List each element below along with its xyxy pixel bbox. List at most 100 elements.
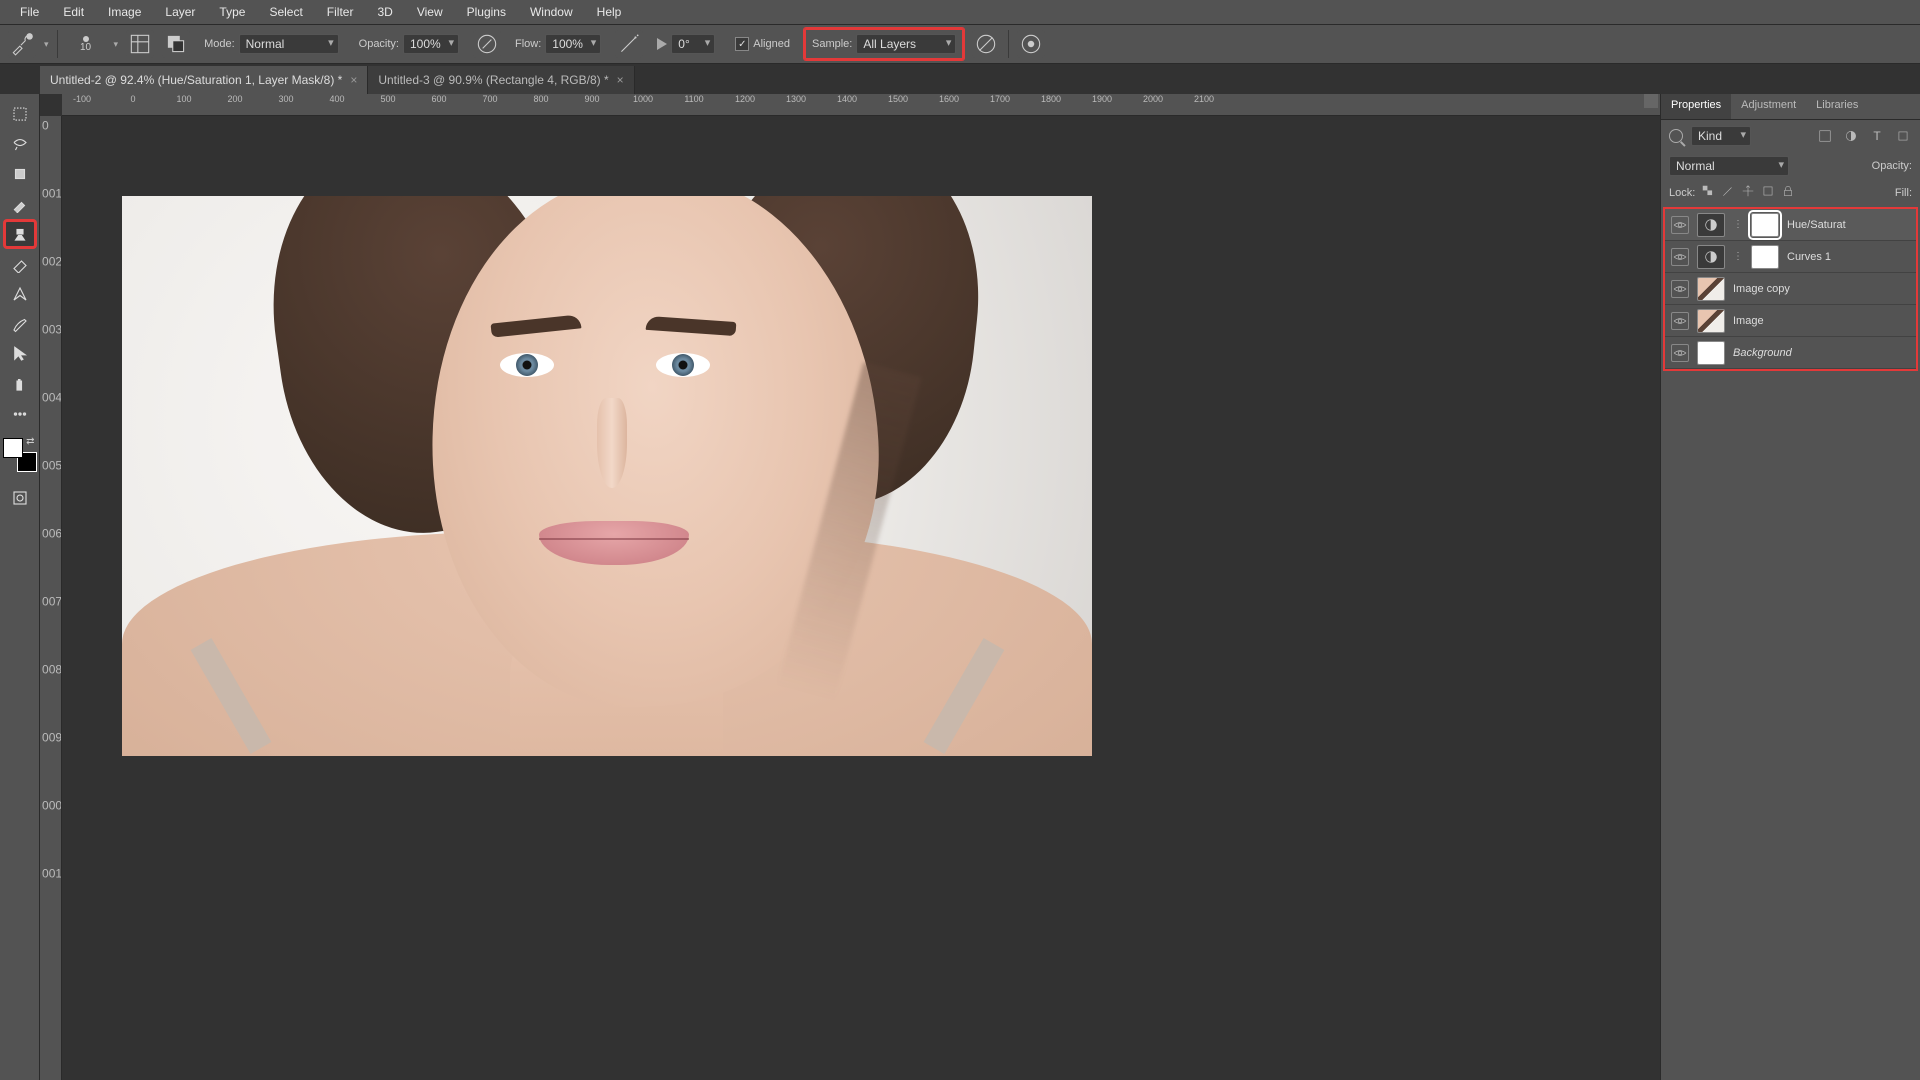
layer-mask-thumb[interactable] <box>1751 245 1779 269</box>
eyedropper-tool[interactable] <box>4 190 36 218</box>
menu-filter[interactable]: Filter <box>315 1 366 23</box>
lock-position-icon[interactable] <box>1741 184 1755 201</box>
eraser-tool[interactable] <box>4 250 36 278</box>
move-tool[interactable] <box>4 100 36 128</box>
filter-adjust-icon[interactable] <box>1842 127 1860 145</box>
layer-row[interactable]: ⋮ Curves 1 <box>1665 241 1916 273</box>
right-panels: Properties Adjustment Libraries Kind T N… <box>1660 94 1920 1080</box>
lock-row: Lock: Fill: <box>1661 180 1920 205</box>
layer-name[interactable]: Background <box>1733 347 1792 359</box>
ruler-vertical[interactable]: 010020030040050060070080090010001100 <box>40 116 62 1080</box>
visibility-toggle[interactable] <box>1671 312 1689 330</box>
foreground-color[interactable] <box>3 438 23 458</box>
layer-name[interactable]: Image copy <box>1733 283 1790 295</box>
pressure-size-icon[interactable] <box>1017 30 1045 58</box>
layer-thumb[interactable] <box>1697 277 1725 301</box>
clone-source-panel-icon[interactable] <box>162 30 190 58</box>
active-tool-icon[interactable] <box>8 30 36 58</box>
panel-tabs: Properties Adjustment Libraries <box>1661 94 1920 120</box>
toggle-brush-panel-icon[interactable] <box>126 30 154 58</box>
hand-tool[interactable] <box>4 370 36 398</box>
foreground-background-colors[interactable]: ⇄ <box>3 438 37 472</box>
blend-mode-select[interactable]: Normal <box>1669 156 1789 176</box>
adjustment-thumb[interactable] <box>1697 245 1725 269</box>
ruler-horizontal[interactable]: -100010020030040050060070080090010001100… <box>62 94 1660 116</box>
ignore-adjustment-icon[interactable] <box>972 30 1000 58</box>
flow-group: Flow: 100% <box>509 34 607 54</box>
tab-properties[interactable]: Properties <box>1661 94 1731 119</box>
brush-tool[interactable] <box>4 310 36 338</box>
lock-pixels-icon[interactable] <box>1721 184 1735 201</box>
tab-libraries[interactable]: Libraries <box>1806 94 1868 119</box>
visibility-toggle[interactable] <box>1671 248 1689 266</box>
menu-window[interactable]: Window <box>518 1 585 23</box>
toolbox: ⇄ <box>0 94 40 1080</box>
sample-select[interactable]: All Layers <box>856 34 956 54</box>
brush-preset-picker[interactable]: 10 <box>66 36 106 53</box>
visibility-toggle[interactable] <box>1671 216 1689 234</box>
mode-select[interactable]: Normal <box>239 34 339 54</box>
document-tab-1[interactable]: Untitled-3 @ 90.9% (Rectangle 4, RGB/8) … <box>368 66 634 94</box>
menu-edit[interactable]: Edit <box>51 1 96 23</box>
lock-artboard-icon[interactable] <box>1761 184 1775 201</box>
pressure-opacity-icon[interactable] <box>473 30 501 58</box>
layer-name[interactable]: Hue/Saturat <box>1787 219 1846 231</box>
filter-shape-icon[interactable] <box>1894 127 1912 145</box>
menu-image[interactable]: Image <box>96 1 153 23</box>
clone-stamp-tool[interactable] <box>4 220 36 248</box>
adjustment-thumb[interactable] <box>1697 213 1725 237</box>
close-icon[interactable]: × <box>350 73 357 87</box>
filter-type-icon[interactable]: T <box>1868 127 1886 145</box>
path-select-tool[interactable] <box>4 340 36 368</box>
filter-pixel-icon[interactable] <box>1816 127 1834 145</box>
lock-transparent-icon[interactable] <box>1701 184 1715 201</box>
menu-layer[interactable]: Layer <box>153 1 207 23</box>
document-canvas[interactable] <box>122 196 1092 756</box>
document-tabs: Untitled-2 @ 92.4% (Hue/Saturation 1, La… <box>0 64 1920 94</box>
blend-row: Normal Opacity: <box>1661 152 1920 180</box>
angle-input[interactable]: 0° <box>671 34 715 54</box>
layer-mask-thumb[interactable] <box>1751 213 1779 237</box>
aligned-checkbox[interactable]: ✓ <box>735 37 749 51</box>
layer-thumb[interactable] <box>1697 309 1725 333</box>
layer-name[interactable]: Image <box>1733 315 1764 327</box>
pen-tool[interactable] <box>4 280 36 308</box>
layer-thumb[interactable] <box>1697 341 1725 365</box>
menu-view[interactable]: View <box>405 1 455 23</box>
mode-group: Mode: Normal <box>198 34 345 54</box>
layer-name[interactable]: Curves 1 <box>1787 251 1831 263</box>
filter-kind-select[interactable]: Kind <box>1691 126 1751 146</box>
lock-all-icon[interactable] <box>1781 184 1795 201</box>
layer-row[interactable]: Image <box>1665 305 1916 337</box>
menu-help[interactable]: Help <box>585 1 634 23</box>
opacity-input[interactable]: 100% <box>403 34 459 54</box>
swap-colors-icon[interactable]: ⇄ <box>26 436 34 447</box>
layer-row[interactable]: Image copy <box>1665 273 1916 305</box>
menu-select[interactable]: Select <box>257 1 314 23</box>
scroll-up-button[interactable] <box>1644 94 1658 108</box>
tab-adjustment[interactable]: Adjustment <box>1731 94 1806 119</box>
menu-bar: FileEditImageLayerTypeSelectFilter3DView… <box>0 0 1920 24</box>
layer-row[interactable]: Background <box>1665 337 1916 369</box>
crop-tool[interactable] <box>4 160 36 188</box>
layers-panel: ⋮ Hue/Saturat ⋮ Curves 1 Image copy Image Back… <box>1663 207 1918 371</box>
layer-row[interactable]: ⋮ Hue/Saturat <box>1665 209 1916 241</box>
angle-group: 0° <box>651 34 721 54</box>
link-icon[interactable]: ⋮ <box>1733 251 1743 262</box>
menu-plugins[interactable]: Plugins <box>455 1 518 23</box>
link-icon[interactable]: ⋮ <box>1733 219 1743 230</box>
lasso-tool[interactable] <box>4 130 36 158</box>
quickmask-tool[interactable] <box>4 484 36 512</box>
flow-input[interactable]: 100% <box>545 34 601 54</box>
visibility-toggle[interactable] <box>1671 280 1689 298</box>
menu-type[interactable]: Type <box>207 1 257 23</box>
menu-file[interactable]: File <box>8 1 51 23</box>
document-tab-0[interactable]: Untitled-2 @ 92.4% (Hue/Saturation 1, La… <box>40 66 368 94</box>
more-tools[interactable] <box>4 400 36 428</box>
visibility-toggle[interactable] <box>1671 344 1689 362</box>
sample-group: Sample: All Layers <box>804 28 964 60</box>
menu-3d[interactable]: 3D <box>365 1 404 23</box>
close-icon[interactable]: × <box>617 73 624 87</box>
airbrush-icon[interactable] <box>615 30 643 58</box>
opacity-group: Opacity: 100% <box>353 34 465 54</box>
